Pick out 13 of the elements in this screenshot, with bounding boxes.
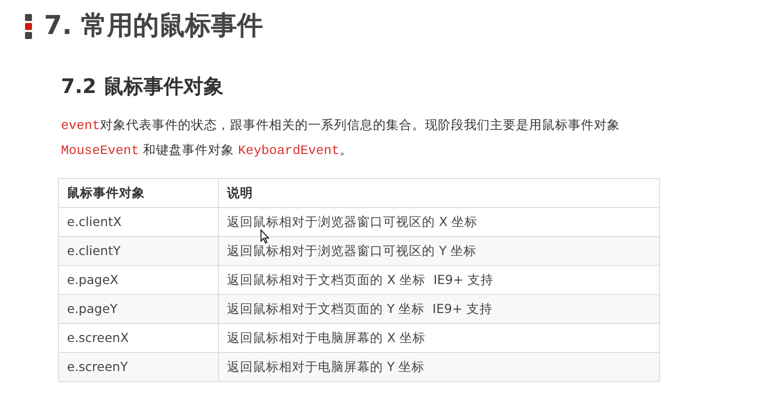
intro-text: event对象代表事件的状态，跟事件相关的一系列信息的集合。现阶段我们主要是用鼠标事件对象 bbox=[61, 116, 622, 135]
column-header: 说明 bbox=[218, 178, 660, 208]
table-cell: 返回鼠标相对于浏览器窗口可视区的 Y 坐标 bbox=[218, 236, 660, 266]
table-cell: e.clientY bbox=[58, 236, 218, 266]
page-title: 7. 常用的鼠标事件 bbox=[44, 10, 264, 43]
table-cell: 返回鼠标相对于电脑屏幕的 Y 坐标 bbox=[218, 352, 660, 382]
section-marker-icon bbox=[25, 14, 32, 38]
table-cell: e.screenY bbox=[58, 352, 218, 382]
table-cell: 返回鼠标相对于文档页面的 Y 坐标 IE9+ 支持 bbox=[218, 294, 660, 324]
section-heading: 7.2 鼠标事件对象 bbox=[61, 73, 224, 100]
table-cell: e.pageY bbox=[58, 294, 218, 324]
column-header: 鼠标事件对象 bbox=[58, 178, 218, 208]
intro-text: MouseEvent 和键盘事件对象 KeyboardEvent。 bbox=[61, 141, 354, 160]
